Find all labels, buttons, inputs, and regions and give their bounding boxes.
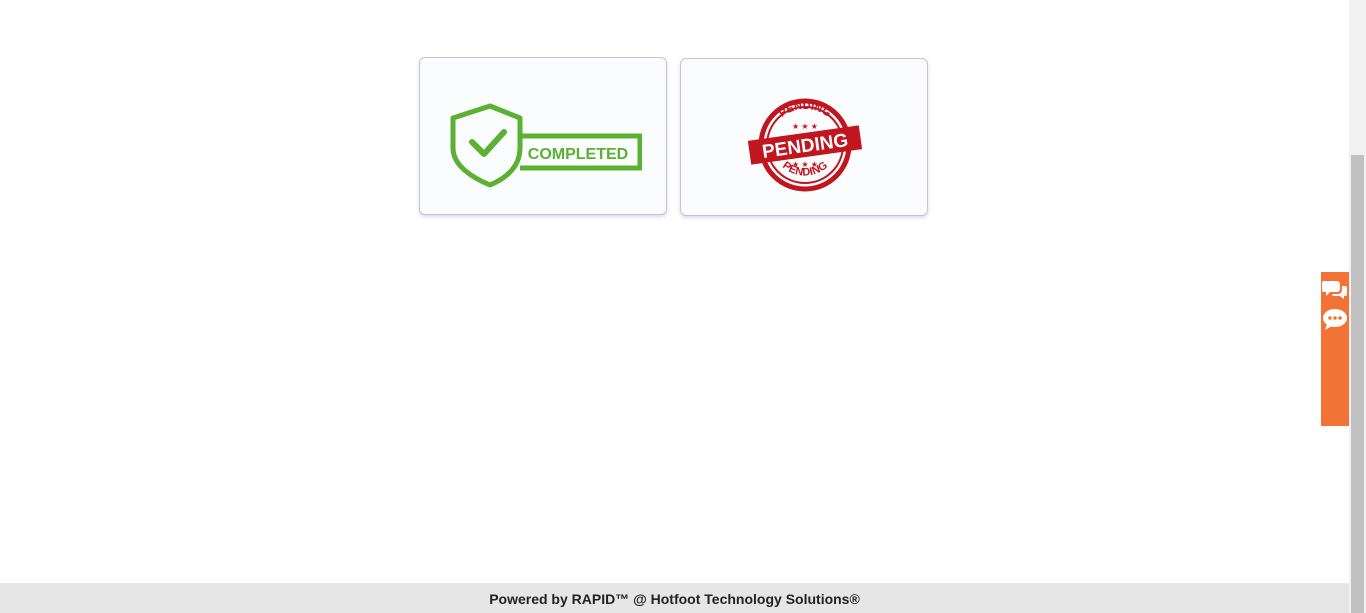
svg-text:★ ★ ★: ★ ★ ★ [792,160,818,169]
comment-icon[interactable] [1322,307,1348,331]
svg-text:★ ★ ★: ★ ★ ★ [792,122,818,131]
scrollbar-thumb[interactable] [1351,155,1364,613]
completed-card[interactable]: COMPLETED [419,57,667,215]
pending-stamp-icon: PENDING PENDING ★ ★ ★ ★ ★ ★ PENDING [747,98,863,192]
completed-label: COMPLETED [528,146,628,163]
footer: Powered by RAPID™ @ Hotfoot Technology S… [0,583,1349,613]
svg-text:PENDING: PENDING [777,100,833,120]
footer-text: Powered by RAPID™ @ Hotfoot Technology S… [489,590,860,607]
pending-card[interactable]: PENDING PENDING ★ ★ ★ ★ ★ ★ PENDING [680,58,928,216]
chat-bubbles-icon[interactable] [1322,278,1348,302]
pending-label: PENDING [761,130,850,163]
completed-shield-icon: COMPLETED [450,103,642,188]
page: COMPLETED PENDING PENDING ★ ★ ★ ★ ★ ★ PE [0,0,1366,613]
